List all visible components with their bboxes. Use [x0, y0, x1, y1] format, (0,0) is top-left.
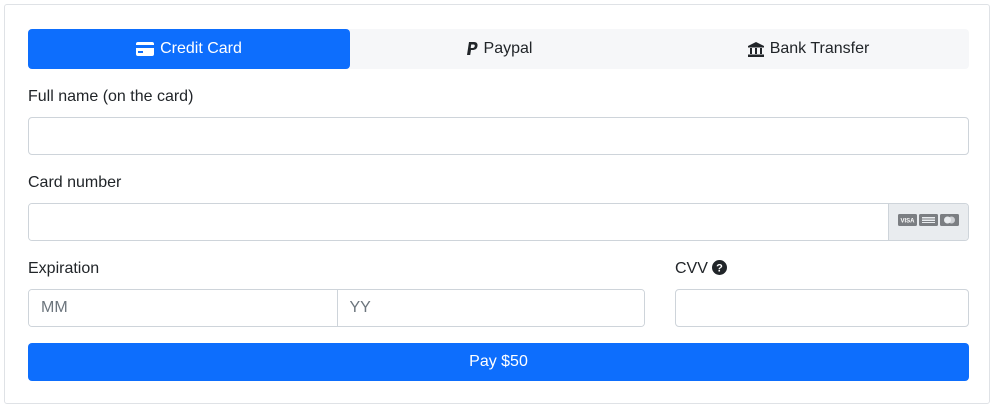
tab-bank-transfer-label: Bank Transfer	[769, 40, 870, 57]
tab-credit-card[interactable]: Credit Card	[28, 29, 350, 69]
svg-text:?: ?	[716, 263, 723, 275]
amex-icon	[919, 213, 938, 231]
expiration-month-input[interactable]	[29, 290, 337, 326]
credit-card-icon	[136, 42, 155, 56]
cvv-label-row: CVV?	[675, 259, 727, 281]
mastercard-icon	[940, 213, 959, 231]
paypal-icon	[466, 42, 478, 56]
card-number-input[interactable]	[29, 204, 888, 240]
full-name-label: Full name (on the card)	[28, 88, 194, 105]
tab-paypal-label: Paypal	[483, 40, 533, 57]
cvv-label: CVV	[675, 260, 708, 277]
expiration-year-input[interactable]	[336, 290, 644, 326]
cvv-input[interactable]	[675, 289, 969, 327]
expiration-label: Expiration	[28, 260, 100, 277]
question-circle-icon[interactable]: ?	[711, 260, 727, 281]
expiration-group	[28, 289, 645, 327]
tab-paypal[interactable]: Paypal	[350, 29, 648, 69]
visa-icon: VISA	[898, 213, 917, 231]
bank-icon	[747, 41, 764, 57]
card-number-group: VISA	[28, 203, 969, 241]
tab-bank-transfer[interactable]: Bank Transfer	[648, 29, 969, 69]
payment-method-tabs: Credit Card Paypal Bank Transfer	[28, 29, 969, 69]
full-name-input[interactable]	[28, 117, 969, 155]
tab-credit-card-label: Credit Card	[160, 40, 242, 57]
svg-text:VISA: VISA	[900, 219, 915, 225]
card-number-label: Card number	[28, 174, 122, 191]
card-brands-addon: VISA	[888, 204, 968, 240]
pay-button[interactable]: Pay $50	[28, 343, 969, 381]
payment-card: Credit Card Paypal Bank Transfer Full na…	[4, 4, 990, 404]
